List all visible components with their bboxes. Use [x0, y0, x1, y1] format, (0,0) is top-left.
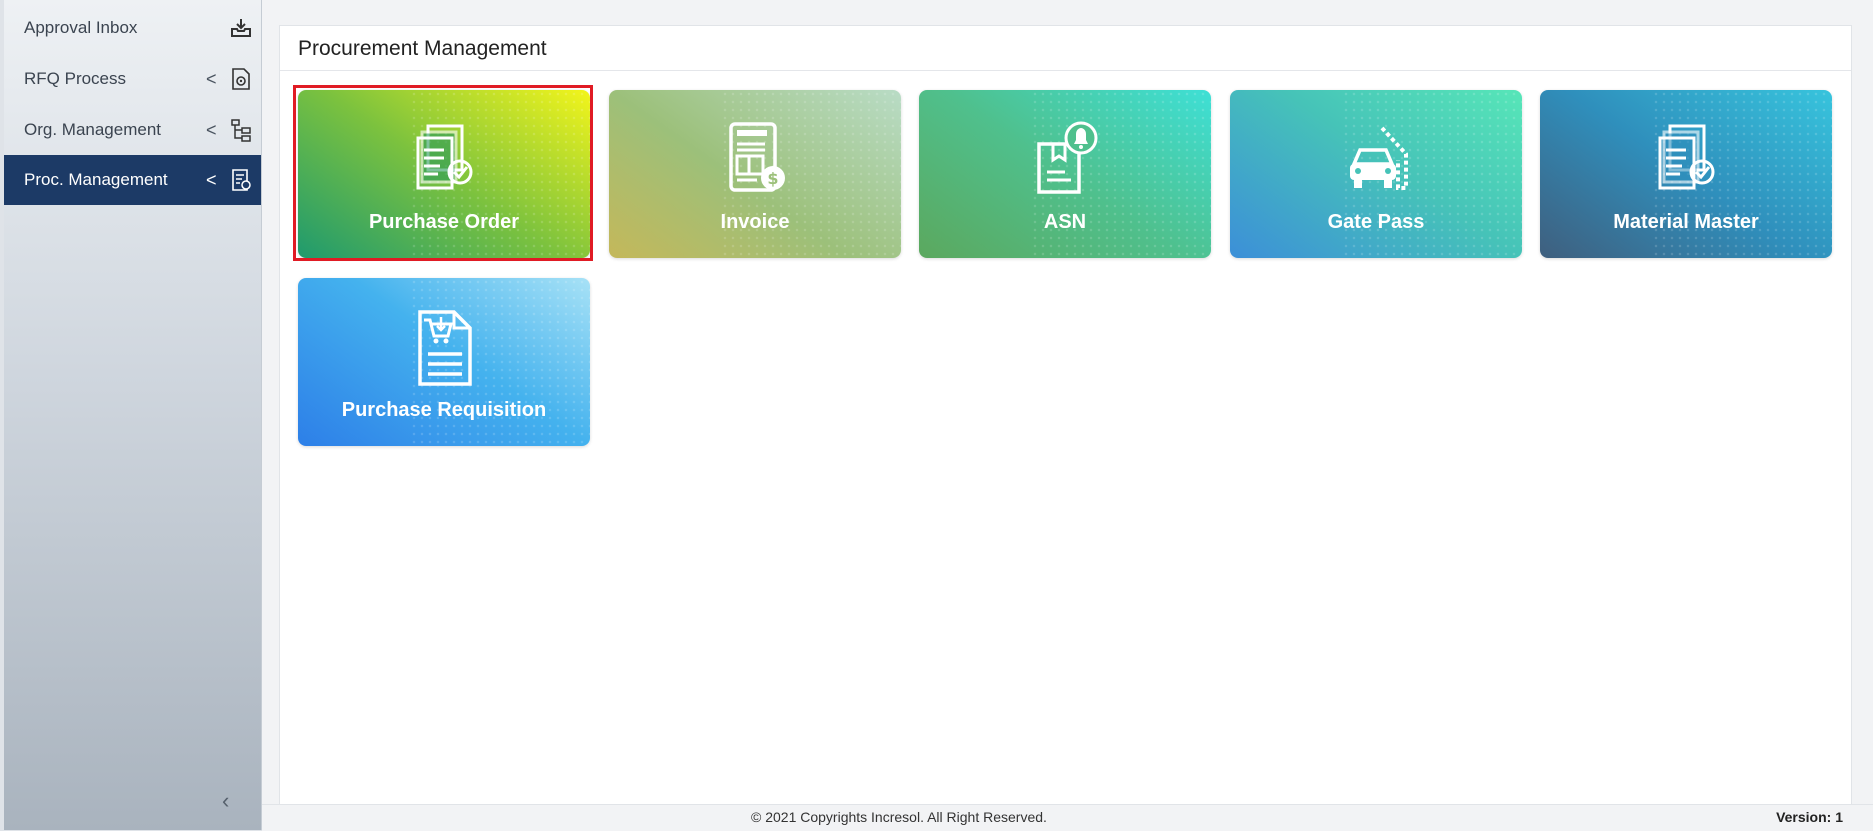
documents-check-icon [1658, 124, 1715, 190]
invoice-dollar-icon: $ [729, 122, 785, 192]
tile-purchase-requisition[interactable]: Purchase Requisition [298, 278, 590, 446]
chevron-left-icon: < [206, 169, 217, 190]
tile-asn[interactable]: ASN [919, 90, 1211, 258]
inbox-download-icon [228, 15, 254, 41]
tile-material-master[interactable]: Material Master [1540, 90, 1832, 258]
tile-invoice[interactable]: $ Invoice [609, 90, 901, 258]
tile-label: Purchase Order [368, 211, 520, 233]
tile-label: Invoice [720, 211, 790, 233]
tile-gate-pass[interactable]: Gate Pass [1230, 90, 1522, 258]
document-gear-icon [228, 66, 254, 92]
document-cart-icon [418, 310, 472, 386]
tile-label: Purchase Requisition [341, 399, 547, 421]
org-tree-icon [228, 117, 254, 143]
tile-label: Material Master [1613, 211, 1759, 233]
svg-text:$: $ [767, 169, 778, 188]
panel-header: Procurement Management [280, 26, 1851, 71]
collapse-sidebar-icon[interactable]: ‹ [222, 788, 229, 814]
sidebar: Approval Inbox RFQ Process < Org. Manage… [4, 0, 262, 830]
documents-check-icon [416, 124, 473, 190]
tile-purchase-order[interactable]: Purchase Order [298, 90, 590, 258]
sidebar-item-label: Approval Inbox [24, 18, 138, 37]
chevron-left-icon: < [206, 68, 217, 89]
sidebar-item-label: RFQ Process [24, 69, 127, 88]
sidebar-item-rfq-process[interactable]: RFQ Process < [4, 54, 261, 104]
tile-label: Gate Pass [1327, 211, 1425, 233]
sidebar-item-label: Org. Management [24, 120, 162, 139]
version-text: Version: 1 [1776, 809, 1843, 825]
box-bell-icon [1037, 121, 1098, 194]
copyright-text: © 2021 Copyrights Incresol. All Right Re… [751, 809, 1047, 825]
sidebar-item-approval-inbox[interactable]: Approval Inbox [4, 3, 261, 53]
sidebar-item-org-management[interactable]: Org. Management < [4, 105, 261, 155]
list-gear-icon [228, 167, 254, 193]
footer: © 2021 Copyrights Incresol. All Right Re… [262, 804, 1873, 831]
chevron-left-icon: < [206, 119, 217, 140]
tile-label: ASN [1043, 211, 1087, 233]
sidebar-item-label: Proc. Management [24, 170, 168, 189]
page-title: Procurement Management [298, 37, 547, 60]
car-gate-icon [1350, 126, 1408, 190]
sidebar-item-proc-management[interactable]: Proc. Management < [4, 155, 261, 205]
